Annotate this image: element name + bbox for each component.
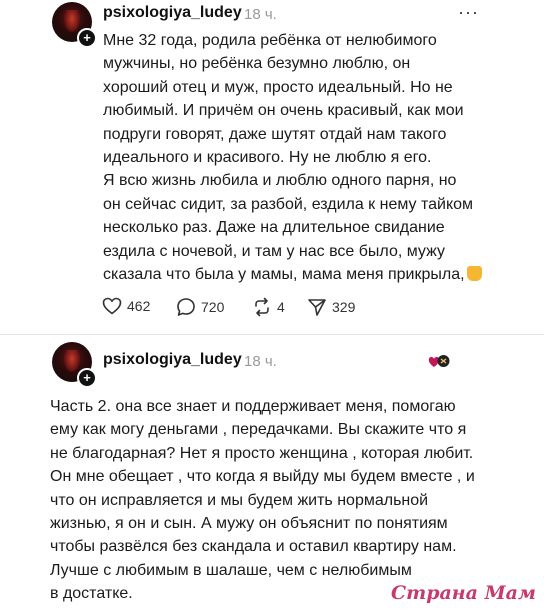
post-line: несколько раз. Даже на длительное свидан… (103, 219, 445, 237)
pointing-down-emoji-icon (466, 265, 482, 281)
heart-icon (102, 297, 122, 315)
post-line: Я всю жизнь любила и люблю одного парня,… (103, 172, 457, 190)
like-count: 462 (127, 298, 151, 314)
post-line: идеального и красивого. Ну не люблю я ег… (103, 148, 432, 166)
post-1: + psixologiya_ludey 18 ч. ··· Мне 32 год… (0, 0, 544, 330)
username[interactable]: psixologiya_ludey (103, 4, 242, 22)
more-options-icon[interactable]: ··· (458, 2, 479, 23)
send-icon (308, 299, 326, 316)
repost-count: 4 (277, 299, 285, 315)
post-line-last: сказала что была у мамы, мама меня прикр… (103, 263, 482, 286)
repost-button[interactable]: 4 (252, 297, 285, 317)
post-line: Лучше с любимым в шалаше, чем с нелюбимы… (50, 561, 412, 579)
post-line: жизнью, я он и сын. А мужу он объяснит п… (50, 514, 448, 532)
follow-plus-icon[interactable]: + (77, 368, 97, 388)
post-divider (0, 334, 544, 335)
post-body: Мне 32 года, родила ребёнка от нелюбимог… (103, 29, 482, 286)
follow-plus-icon[interactable]: + (77, 28, 97, 48)
post-line: Мне 32 года, родила ребёнка от нелюбимог… (103, 32, 437, 49)
post-line: чтобы развёлся без скандала и оставил кв… (50, 538, 457, 556)
reaction-hearts-icon[interactable] (428, 352, 450, 370)
comment-button[interactable]: 720 (176, 297, 224, 317)
like-button[interactable]: 462 (102, 297, 150, 315)
post-line: Он мне обещает , что когда я выйду мы бу… (50, 468, 475, 486)
username[interactable]: psixologiya_ludey (103, 351, 242, 369)
post-line: любимый. И причём он очень красивый, как… (103, 102, 464, 120)
post-line: что он исправляется и мы будем жить норм… (50, 491, 429, 509)
post-line: ездила с ночевой, и там у нас все было, … (103, 242, 445, 260)
post-line: Часть 2. она все знает и поддерживает ме… (50, 398, 456, 415)
share-count: 329 (332, 299, 356, 315)
repost-icon (255, 297, 269, 317)
timestamp: 18 ч. (244, 353, 277, 370)
comment-count: 720 (201, 299, 225, 315)
post-line: хороший отец и муж, просто идеальный. Но… (103, 78, 453, 96)
comment-icon (177, 298, 195, 316)
post-line: он сейчас сидит, за разбой, ездила к нем… (103, 195, 474, 213)
post-line-text: сказала что была у мамы, мама меня прикр… (103, 265, 465, 283)
post-line: мужчины, но ребёнка безумно люблю, он (103, 55, 411, 73)
post-body: Часть 2. она все знает и поддерживает ме… (50, 395, 475, 606)
post-line: подруги говорят, даже шутят отдай нам та… (103, 125, 447, 143)
post-2: + psixologiya_ludey 18 ч. Часть 2. она в… (0, 338, 544, 610)
watermark-logo: Страна Мам (390, 582, 536, 604)
post-line: не благодарная? Нет я просто женщина , к… (50, 444, 474, 462)
post-line: ему как могу деньгами , передачками. Вы … (50, 421, 467, 439)
timestamp: 18 ч. (244, 6, 277, 23)
share-button[interactable]: 329 (307, 297, 355, 317)
